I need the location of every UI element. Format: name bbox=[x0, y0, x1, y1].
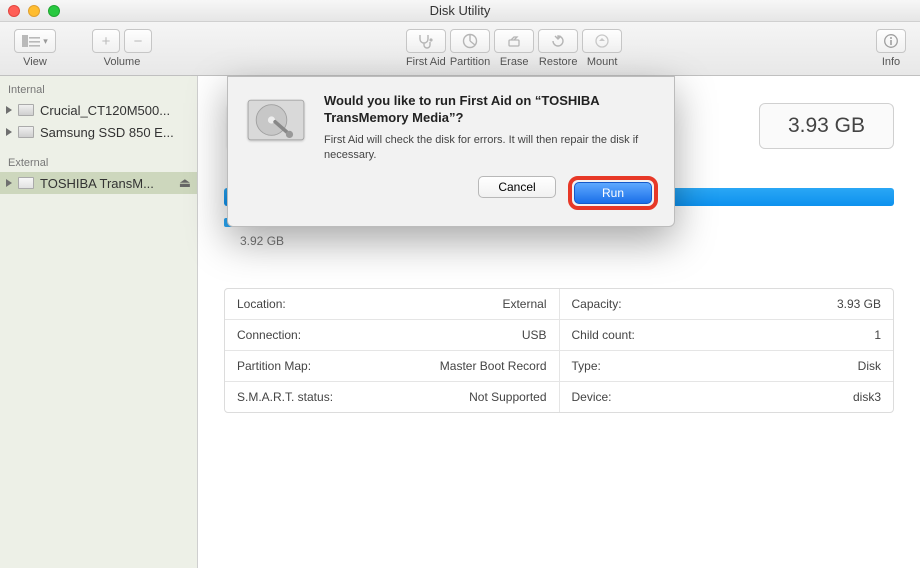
sidebar-item-internal-0[interactable]: Crucial_CT120M500... bbox=[0, 99, 197, 121]
capacity-box: 3.93 GB bbox=[759, 103, 894, 149]
info-val: Not Supported bbox=[469, 390, 546, 404]
restore-button[interactable] bbox=[538, 29, 578, 53]
window-title: Disk Utility bbox=[0, 3, 920, 18]
minimize-icon[interactable] bbox=[28, 5, 40, 17]
drive-icon bbox=[18, 177, 34, 189]
info-key: Child count: bbox=[572, 328, 635, 342]
info-val: Disk bbox=[858, 359, 881, 373]
disclosure-icon[interactable] bbox=[6, 106, 12, 114]
first-aid-dialog: Would you like to run First Aid on “TOSH… bbox=[227, 76, 675, 227]
dialog-title: Would you like to run First Aid on “TOSH… bbox=[324, 93, 658, 127]
close-icon[interactable] bbox=[8, 5, 20, 17]
info-key: Device: bbox=[572, 390, 612, 404]
capacity-value: 3.93 GB bbox=[759, 103, 894, 149]
info-val: Master Boot Record bbox=[440, 359, 547, 373]
sidebar-item-external-0[interactable]: TOSHIBA TransM... ⏏ bbox=[0, 172, 197, 194]
titlebar: Disk Utility bbox=[0, 0, 920, 22]
restore-icon bbox=[550, 33, 566, 49]
mount-button[interactable] bbox=[582, 29, 622, 53]
info-val: disk3 bbox=[853, 390, 881, 404]
sidebar-section-internal: Internal bbox=[0, 82, 197, 99]
sidebar-item-label: Samsung SSD 850 E... bbox=[40, 125, 191, 140]
drive-icon bbox=[18, 126, 34, 138]
restore-label: Restore bbox=[539, 56, 578, 68]
toolbar-volume-group: + − Volume bbox=[92, 29, 152, 68]
partition-size: 3.92 GB bbox=[240, 234, 894, 248]
volume-add-button[interactable]: + bbox=[92, 29, 120, 53]
sidebar-item-label: TOSHIBA TransM... bbox=[40, 176, 173, 191]
info-button[interactable] bbox=[876, 29, 906, 53]
erase-button[interactable] bbox=[494, 29, 534, 53]
toolbar: ▾ View + − Volume First Aid Partition bbox=[0, 22, 920, 76]
sidebar: Internal Crucial_CT120M500... Samsung SS… bbox=[0, 76, 198, 568]
info-key: S.M.A.R.T. status: bbox=[237, 390, 333, 404]
disclosure-icon[interactable] bbox=[6, 128, 12, 136]
info-val: External bbox=[502, 297, 546, 311]
stethoscope-icon bbox=[417, 33, 435, 49]
info-key: Partition Map: bbox=[237, 359, 311, 373]
drive-icon bbox=[244, 93, 308, 147]
view-label: View bbox=[23, 56, 47, 68]
info-label: Info bbox=[882, 56, 900, 68]
toolbar-view-group: ▾ View bbox=[14, 29, 56, 68]
info-key: Type: bbox=[572, 359, 601, 373]
cancel-button[interactable]: Cancel bbox=[478, 176, 556, 198]
partition-label: Partition bbox=[450, 56, 490, 68]
minus-icon: − bbox=[134, 33, 143, 50]
mount-icon bbox=[594, 33, 610, 49]
volume-remove-button[interactable]: − bbox=[124, 29, 152, 53]
sidebar-item-label: Crucial_CT120M500... bbox=[40, 103, 191, 118]
sidebar-item-internal-1[interactable]: Samsung SSD 850 E... bbox=[0, 121, 197, 143]
info-val: USB bbox=[522, 328, 547, 342]
toolbar-info-group: Info bbox=[876, 29, 906, 68]
partition-button[interactable] bbox=[450, 29, 490, 53]
volume-label: Volume bbox=[104, 56, 141, 68]
mount-label: Mount bbox=[587, 56, 618, 68]
view-button[interactable]: ▾ bbox=[14, 29, 56, 53]
run-button[interactable]: Run bbox=[574, 182, 652, 204]
erase-icon bbox=[506, 33, 522, 49]
info-val: 3.93 GB bbox=[837, 297, 881, 311]
plus-icon: + bbox=[102, 33, 111, 50]
eject-icon[interactable]: ⏏ bbox=[179, 175, 191, 191]
info-key: Connection: bbox=[237, 328, 301, 342]
dialog-message: First Aid will check the disk for errors… bbox=[324, 133, 658, 163]
dialog-buttons: Cancel Run bbox=[324, 176, 658, 210]
info-key: Capacity: bbox=[572, 297, 622, 311]
run-button-highlight: Run bbox=[568, 176, 658, 210]
info-key: Location: bbox=[237, 297, 286, 311]
maximize-icon[interactable] bbox=[48, 5, 60, 17]
first-aid-label: First Aid bbox=[406, 56, 446, 68]
pie-icon bbox=[462, 33, 478, 49]
disclosure-icon[interactable] bbox=[6, 179, 12, 187]
sidebar-section-external: External bbox=[0, 155, 197, 172]
erase-label: Erase bbox=[500, 56, 529, 68]
drive-icon bbox=[18, 104, 34, 116]
window-controls bbox=[8, 5, 60, 17]
first-aid-button[interactable] bbox=[406, 29, 446, 53]
info-grid: Location: External Capacity: 3.93 GB Conne… bbox=[224, 288, 894, 413]
info-icon bbox=[883, 33, 899, 49]
info-val: 1 bbox=[874, 328, 881, 342]
dialog-body: Would you like to run First Aid on “TOSH… bbox=[324, 93, 658, 210]
